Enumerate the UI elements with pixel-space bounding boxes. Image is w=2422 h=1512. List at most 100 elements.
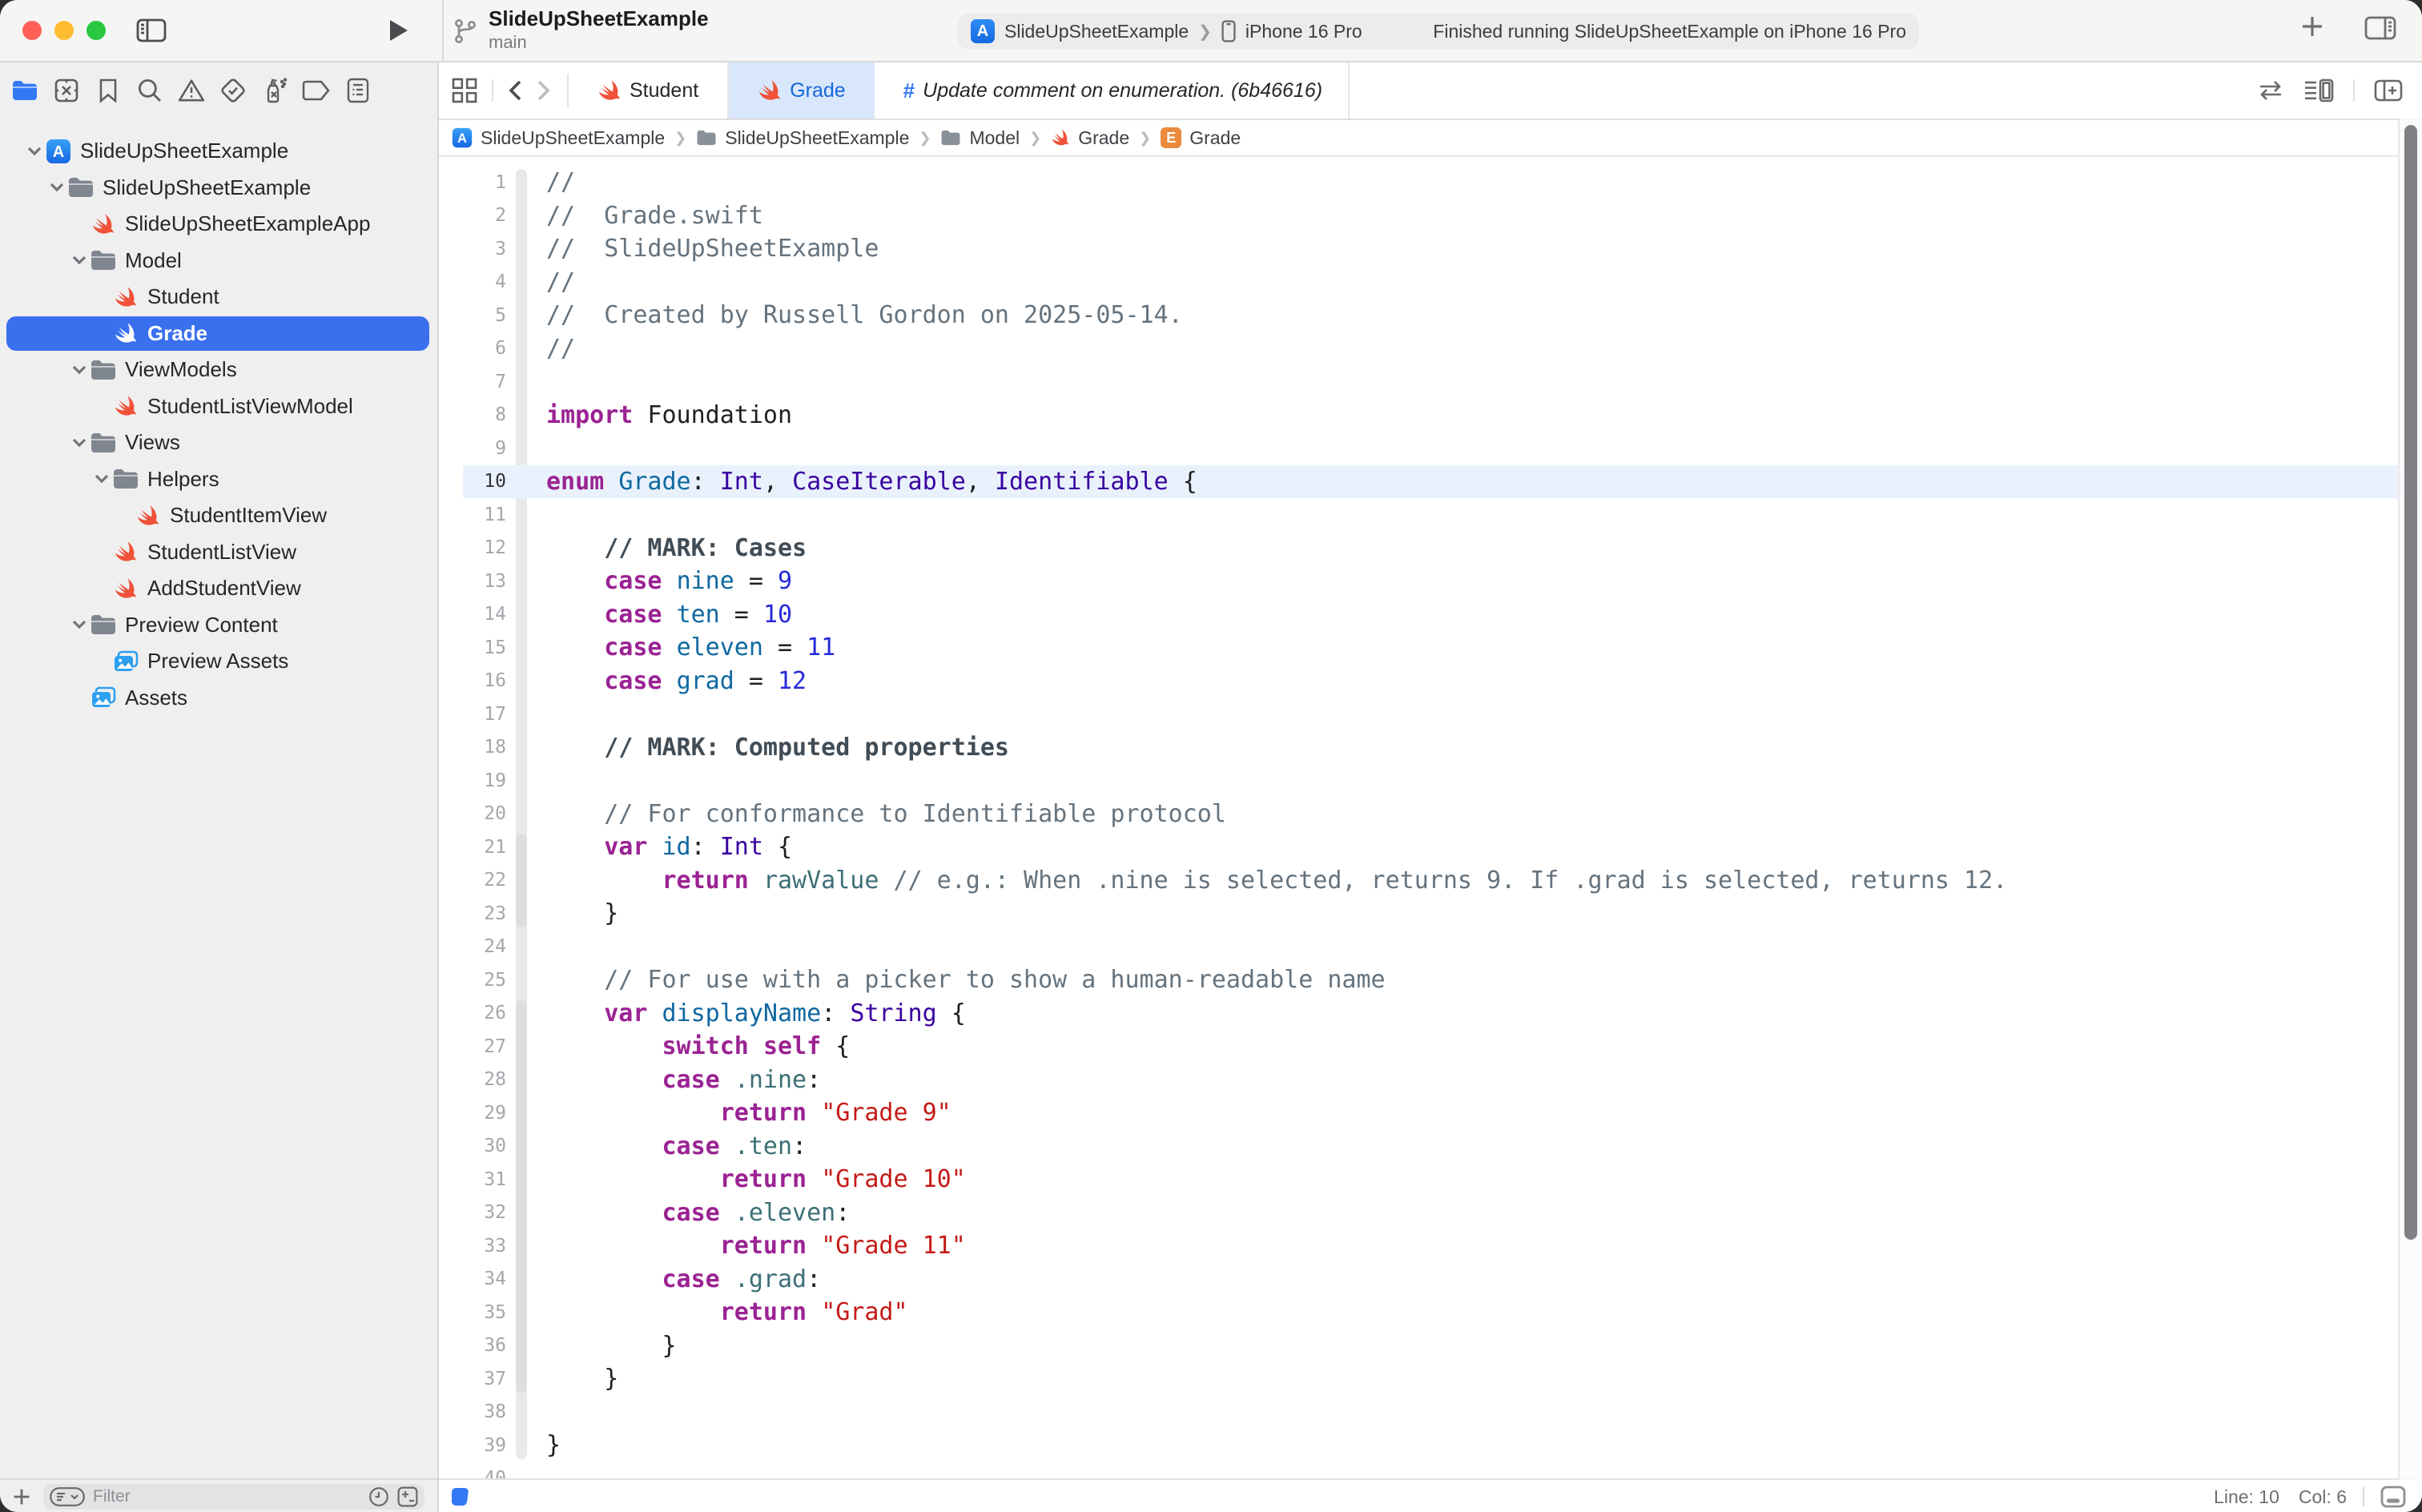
tree-item-model[interactable]: Model — [0, 243, 437, 279]
breadcrumb-item-model[interactable]: Model — [940, 127, 1020, 149]
tree-item-studentlistview[interactable]: StudentListView — [0, 534, 437, 571]
line-number[interactable]: 5 — [439, 305, 506, 326]
source-control-status-filter-icon[interactable] — [397, 1486, 418, 1507]
line-number[interactable]: 6 — [439, 338, 506, 359]
line-number[interactable]: 2 — [439, 205, 506, 226]
line-number[interactable]: 19 — [439, 770, 506, 791]
source-control-navigator-button[interactable] — [53, 77, 80, 104]
line-number[interactable]: 34 — [439, 1269, 506, 1289]
line-number[interactable]: 16 — [439, 670, 506, 691]
tree-item-studentitemview[interactable]: StudentItemView — [0, 497, 437, 534]
line-number[interactable]: 36 — [439, 1335, 506, 1356]
filter-field[interactable]: Filter — [43, 1484, 424, 1510]
line-number[interactable]: 17 — [439, 704, 506, 725]
line-number[interactable]: 29 — [439, 1103, 506, 1124]
tree-item-grade[interactable]: Grade — [0, 316, 437, 352]
debug-navigator-button[interactable] — [261, 77, 288, 104]
breadcrumb-item-slideupsheetexample[interactable]: SlideUpSheetExample — [696, 127, 909, 149]
tab-student[interactable]: Student — [569, 62, 729, 119]
disclosure-chevron-icon[interactable] — [24, 147, 45, 156]
recent-files-clock-icon[interactable] — [368, 1486, 389, 1507]
project-navigator-button[interactable] — [11, 77, 38, 104]
toggle-right-sidebar-button[interactable] — [2364, 16, 2396, 40]
line-number[interactable]: 25 — [439, 970, 506, 991]
disclosure-chevron-icon[interactable] — [46, 183, 67, 192]
line-number[interactable]: 13 — [439, 571, 506, 592]
scheme-name[interactable]: SlideUpSheetExample — [1004, 21, 1189, 42]
line-number[interactable]: 40 — [439, 1468, 506, 1478]
line-number[interactable]: 9 — [439, 438, 506, 459]
tree-item-preview-assets[interactable]: Preview Assets — [0, 643, 437, 680]
code-review-icon[interactable] — [2257, 80, 2284, 101]
line-number[interactable]: 31 — [439, 1169, 506, 1190]
breakpoint-navigator-button[interactable] — [303, 77, 330, 104]
tree-item-assets[interactable]: Assets — [0, 680, 437, 717]
line-number[interactable]: 1 — [439, 172, 506, 193]
add-file-button[interactable] — [13, 1488, 30, 1506]
go-forward-button[interactable] — [537, 79, 551, 102]
breadcrumb-item-grade[interactable]: EGrade — [1161, 127, 1241, 149]
tab-grade[interactable]: Grade — [729, 62, 874, 119]
line-number[interactable]: 26 — [439, 1003, 506, 1023]
line-number[interactable]: 33 — [439, 1236, 506, 1257]
tree-item-views[interactable]: Views — [0, 424, 437, 461]
line-number[interactable]: 14 — [439, 604, 506, 625]
jump-bar[interactable]: ASlideUpSheetExample❯SlideUpSheetExample… — [439, 120, 2422, 157]
line-number[interactable]: 32 — [439, 1202, 506, 1223]
line-number[interactable]: 23 — [439, 903, 506, 924]
tree-item-viewmodels[interactable]: ViewModels — [0, 352, 437, 388]
find-navigator-button[interactable] — [136, 77, 163, 104]
bookmark-navigator-button[interactable] — [95, 77, 122, 104]
line-number[interactable]: 35 — [439, 1302, 506, 1323]
breadcrumb-item-slideupsheetexample[interactable]: ASlideUpSheetExample — [452, 127, 665, 149]
go-back-button[interactable] — [508, 79, 522, 102]
editor-scrollbar[interactable] — [2398, 119, 2422, 1480]
activity-status-pill[interactable]: A SlideUpSheetExample ❯ iPhone 16 Pro Fi… — [958, 13, 1919, 50]
disclosure-chevron-icon[interactable] — [69, 255, 90, 265]
add-editor-button[interactable] — [2374, 79, 2403, 102]
minimize-window-button[interactable] — [54, 21, 74, 40]
source-editor[interactable]: 1//2// Grade.swift3// SlideUpSheetExampl… — [439, 157, 2422, 1478]
tree-item-addstudentview[interactable]: AddStudentView — [0, 570, 437, 607]
run-button[interactable] — [388, 11, 410, 50]
line-number[interactable]: 4 — [439, 271, 506, 292]
cursor-position[interactable]: Line: 10 Col: 6 — [2214, 1486, 2347, 1508]
line-number[interactable]: 15 — [439, 637, 506, 658]
related-items-icon[interactable] — [452, 78, 477, 103]
line-number[interactable]: 3 — [439, 239, 506, 259]
line-number[interactable]: 18 — [439, 737, 506, 758]
line-number[interactable]: 21 — [439, 837, 506, 858]
line-number[interactable]: 27 — [439, 1036, 506, 1057]
tree-item-studentlistviewmodel[interactable]: StudentListViewModel — [0, 388, 437, 425]
breadcrumb-item-grade[interactable]: Grade — [1051, 127, 1129, 149]
line-number[interactable]: 28 — [439, 1069, 506, 1090]
tree-item-slideupsheetexampleapp[interactable]: SlideUpSheetExampleApp — [0, 206, 437, 243]
line-number[interactable]: 39 — [439, 1435, 506, 1456]
tree-item-helpers[interactable]: Helpers — [0, 461, 437, 498]
line-number[interactable]: 7 — [439, 372, 506, 392]
line-number[interactable]: 22 — [439, 870, 506, 891]
editor-layout-icon[interactable] — [452, 1488, 473, 1506]
line-number[interactable]: 20 — [439, 803, 506, 824]
disclosure-chevron-icon[interactable] — [69, 620, 90, 629]
line-number[interactable]: 8 — [439, 404, 506, 425]
tab-commit[interactable]: #Update comment on enumeration. (6b46616… — [875, 62, 1350, 119]
adjust-editor-options-icon[interactable] — [2303, 78, 2334, 103]
issue-navigator-button[interactable] — [178, 77, 205, 104]
disclosure-chevron-icon[interactable] — [69, 365, 90, 375]
line-number[interactable]: 11 — [439, 505, 506, 525]
close-window-button[interactable] — [22, 21, 42, 40]
disclosure-chevron-icon[interactable] — [91, 474, 112, 484]
run-destination[interactable]: iPhone 16 Pro — [1245, 21, 1362, 42]
disclosure-chevron-icon[interactable] — [69, 438, 90, 448]
line-number[interactable]: 24 — [439, 936, 506, 957]
filter-menu-icon[interactable] — [50, 1487, 85, 1506]
line-number[interactable]: 37 — [439, 1369, 506, 1389]
line-number[interactable]: 30 — [439, 1136, 506, 1156]
line-number[interactable]: 12 — [439, 537, 506, 558]
tree-item-student[interactable]: Student — [0, 279, 437, 316]
line-number[interactable]: 10 — [439, 471, 506, 492]
minimap-toggle-icon[interactable] — [2380, 1486, 2406, 1508]
tree-item-slideupsheetexample[interactable]: ASlideUpSheetExample — [0, 133, 437, 170]
new-tab-button[interactable] — [2300, 14, 2324, 38]
